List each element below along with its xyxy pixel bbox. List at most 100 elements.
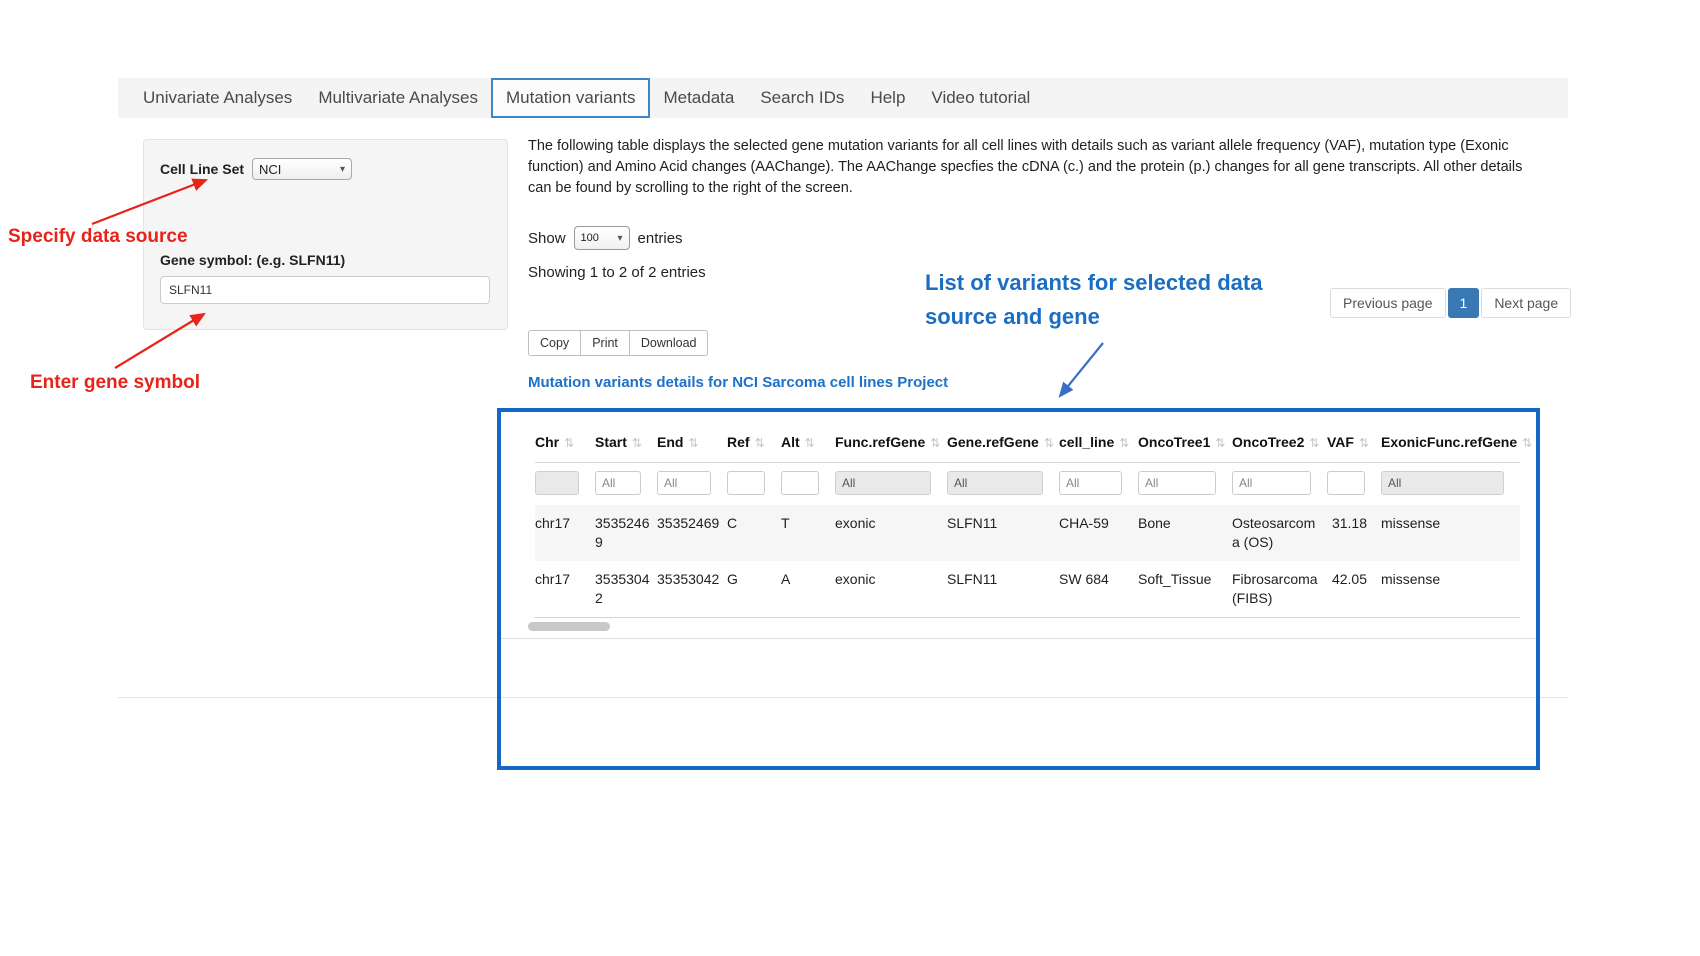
filter-cell [535, 463, 595, 506]
filter-cell [1232, 463, 1327, 506]
table-cell: 31.18 [1327, 505, 1381, 561]
table-cell: chr17 [535, 505, 595, 561]
column-filter-vaf[interactable] [1327, 471, 1365, 495]
filter-cell [727, 463, 781, 506]
column-label: VAF [1327, 434, 1354, 450]
copy-button[interactable]: Copy [528, 330, 581, 356]
sort-icon[interactable]: ⇅ [1359, 436, 1369, 450]
cell-line-set-select[interactable]: NCI ▾ [252, 158, 352, 180]
filter-cell [1138, 463, 1232, 506]
table-cell: Osteosarcoma (OS) [1232, 505, 1327, 561]
horizontal-scrollbar[interactable] [528, 622, 1513, 632]
column-header-chr[interactable]: Chr ⇅ [535, 422, 595, 463]
column-label: Alt [781, 434, 800, 450]
column-header-vaf[interactable]: VAF ⇅ [1327, 422, 1381, 463]
variants-table-highlight-box: Chr⇅Start⇅End⇅Ref⇅Alt⇅Func.refGene⇅Gene.… [497, 408, 1540, 770]
column-filter-start[interactable] [595, 471, 641, 495]
column-filter-exonicfunc-refgene[interactable] [1381, 471, 1504, 495]
sort-icon[interactable]: ⇅ [564, 436, 574, 450]
column-filter-oncotree2[interactable] [1232, 471, 1311, 495]
sort-icon[interactable]: ⇅ [1119, 436, 1129, 450]
sort-icon[interactable]: ⇅ [632, 436, 642, 450]
table-body: chr173535246935352469CTexonicSLFN11CHA-5… [535, 505, 1520, 618]
column-filter-alt[interactable] [781, 471, 819, 495]
column-filter-end[interactable] [657, 471, 711, 495]
column-header-oncotree1[interactable]: OncoTree1⇅ [1138, 422, 1232, 463]
table-cell: 35352469 [657, 505, 727, 561]
filter-cell [781, 463, 835, 506]
table-title-link[interactable]: Mutation variants details for NCI Sarcom… [528, 374, 948, 391]
annotation-specify-data-source: Specify data source [8, 226, 188, 248]
table-cell: T [781, 505, 835, 561]
column-label: Chr [535, 434, 559, 450]
column-filter-func-refgene[interactable] [835, 471, 931, 495]
table-bottom-divider [501, 638, 1536, 639]
horizontal-scrollbar-thumb[interactable] [528, 622, 610, 631]
current-page-button[interactable]: 1 [1448, 288, 1480, 318]
column-filter-chr[interactable] [535, 471, 579, 495]
download-button[interactable]: Download [629, 330, 709, 356]
sort-icon[interactable]: ⇅ [688, 436, 698, 450]
tab-help[interactable]: Help [857, 78, 918, 118]
tab-univariate-analyses[interactable]: Univariate Analyses [130, 78, 305, 118]
show-entries-value: 100 [581, 232, 599, 244]
control-panel: Cell Line Set NCI ▾ Gene symbol: (e.g. S… [143, 139, 508, 330]
table-cell: Fibrosarcoma (FIBS) [1232, 561, 1327, 618]
pagination: Previous page 1 Next page [1330, 288, 1571, 318]
tab-mutation-variants[interactable]: Mutation variants [491, 78, 650, 118]
sort-icon[interactable]: ⇅ [1309, 436, 1319, 450]
table-cell: chr17 [535, 561, 595, 618]
filter-cell [1059, 463, 1138, 506]
column-filter-cell-line[interactable] [1059, 471, 1122, 495]
print-button[interactable]: Print [580, 330, 630, 356]
cell-line-set-value: NCI [259, 162, 281, 177]
column-filter-oncotree1[interactable] [1138, 471, 1216, 495]
sort-icon[interactable]: ⇅ [755, 436, 765, 450]
table-cell: G [727, 561, 781, 618]
entries-label: entries [638, 230, 683, 247]
table-cell: SW 684 [1059, 561, 1138, 618]
column-header-cell-line[interactable]: cell_line ⇅ [1059, 422, 1138, 463]
column-header-end[interactable]: End ⇅ [657, 422, 727, 463]
gene-symbol-input[interactable] [160, 276, 490, 304]
sort-icon[interactable]: ⇅ [930, 436, 940, 450]
column-label: Gene.refGene [947, 434, 1039, 450]
sort-icon[interactable]: ⇅ [1044, 436, 1054, 450]
tab-search-ids[interactable]: Search IDs [747, 78, 857, 118]
sort-icon[interactable]: ⇅ [805, 436, 815, 450]
filter-cell [595, 463, 657, 506]
column-filter-gene-refgene[interactable] [947, 471, 1043, 495]
variants-table: Chr⇅Start⇅End⇅Ref⇅Alt⇅Func.refGene⇅Gene.… [535, 422, 1520, 618]
column-header-gene-refgene[interactable]: Gene.refGene ⇅ [947, 422, 1059, 463]
sort-icon[interactable]: ⇅ [1522, 436, 1532, 450]
gene-symbol-label: Gene symbol: (e.g. SLFN11) [160, 252, 345, 268]
cell-line-set-row: Cell Line Set NCI ▾ [160, 158, 352, 180]
sort-icon[interactable]: ⇅ [1215, 436, 1225, 450]
column-header-alt[interactable]: Alt ⇅ [781, 422, 835, 463]
column-header-ref[interactable]: Ref ⇅ [727, 422, 781, 463]
show-entries-row: Show 100 ▾ entries [528, 226, 683, 250]
table-header-row: Chr⇅Start⇅End⇅Ref⇅Alt⇅Func.refGene⇅Gene.… [535, 422, 1520, 463]
table-cell: SLFN11 [947, 505, 1059, 561]
annotation-variants-note: List of variants for selected data sourc… [925, 266, 1330, 334]
column-label: Ref [727, 434, 750, 450]
next-page-button[interactable]: Next page [1481, 288, 1571, 318]
table-cell: exonic [835, 505, 947, 561]
column-filter-ref[interactable] [727, 471, 765, 495]
column-label: cell_line [1059, 434, 1114, 450]
table-filter-row [535, 463, 1520, 506]
show-entries-select[interactable]: 100 ▾ [574, 226, 630, 250]
filter-cell [1381, 463, 1520, 506]
tab-multivariate-analyses[interactable]: Multivariate Analyses [305, 78, 491, 118]
show-label: Show [528, 230, 566, 247]
column-header-oncotree2[interactable]: OncoTree2⇅ [1232, 422, 1327, 463]
tab-metadata[interactable]: Metadata [650, 78, 747, 118]
tab-video-tutorial[interactable]: Video tutorial [918, 78, 1043, 118]
column-header-func-refgene[interactable]: Func.refGene⇅ [835, 422, 947, 463]
column-label: ExonicFunc.refGene [1381, 434, 1517, 450]
column-header-start[interactable]: Start⇅ [595, 422, 657, 463]
previous-page-button[interactable]: Previous page [1330, 288, 1446, 318]
column-label: End [657, 434, 683, 450]
column-header-exonicfunc-refgene[interactable]: ExonicFunc.refGene⇅ [1381, 422, 1520, 463]
filter-cell [1327, 463, 1381, 506]
